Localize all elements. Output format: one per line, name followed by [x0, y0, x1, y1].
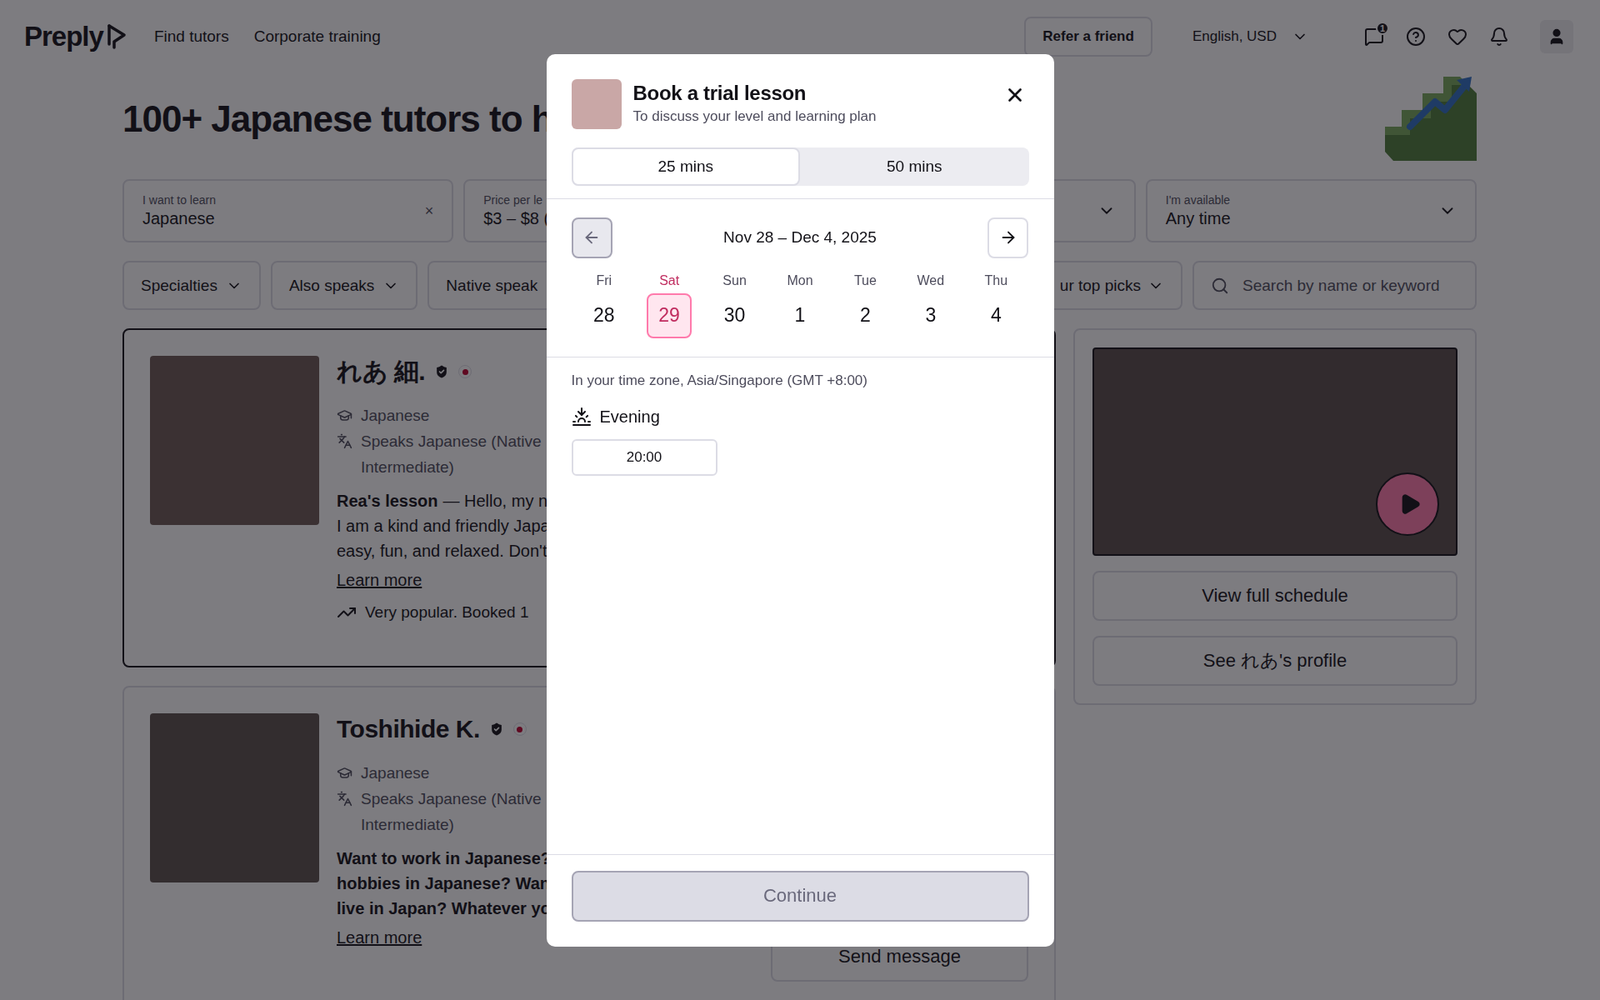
date-button[interactable]: 28 — [581, 293, 627, 339]
duration-toggle: 25 mins50 mins — [571, 147, 1030, 186]
continue-button[interactable]: Continue — [571, 870, 1030, 922]
arrow-left-icon — [582, 228, 601, 247]
day: Thu 4 — [963, 272, 1029, 339]
weekday-label: Wed — [917, 272, 945, 290]
weekday-label: Sat — [659, 272, 680, 290]
modal-overlay[interactable]: Book a trial lesson To discuss your level… — [0, 0, 1600, 1000]
period-heading: Evening — [571, 406, 1030, 427]
duration-option[interactable]: 25 mins — [571, 147, 801, 186]
duration-option[interactable]: 50 mins — [800, 147, 1030, 186]
date-button[interactable]: 1 — [777, 293, 823, 339]
arrow-right-icon — [999, 228, 1018, 247]
next-week-button[interactable] — [987, 217, 1029, 259]
day: Tue 2 — [832, 272, 898, 339]
day: Sat 29 — [636, 272, 702, 339]
date-button[interactable]: 2 — [842, 293, 888, 339]
date-button[interactable]: 30 — [712, 293, 758, 339]
date-button[interactable]: 29 — [646, 293, 692, 339]
date-button[interactable]: 4 — [973, 293, 1019, 339]
day: Fri 28 — [571, 272, 637, 339]
week-picker: Nov 28 – Dec 4, 2025Fri28Sat29Sun30Mon1T… — [546, 199, 1055, 358]
weekday-label: Fri — [595, 272, 612, 290]
time-slots: In your time zone, Asia/Singapore (GMT +… — [546, 357, 1055, 855]
week-range: Nov 28 – Dec 4, 2025 — [723, 228, 877, 247]
timezone-note: In your time zone, Asia/Singapore (GMT +… — [571, 371, 1030, 390]
previous-week-button[interactable] — [571, 217, 613, 259]
weekday-label: Thu — [984, 272, 1008, 290]
date-button[interactable]: 3 — [908, 293, 954, 339]
tutor-avatar — [571, 79, 622, 130]
weekday-label: Sun — [722, 272, 746, 290]
dialog-title: Book a trial lesson — [633, 80, 990, 106]
day: Wed 3 — [898, 272, 964, 339]
weekday-label: Mon — [786, 272, 813, 290]
sunset-icon — [571, 406, 592, 427]
weekday-label: Tue — [854, 272, 877, 290]
booking-dialog: Book a trial lesson To discuss your level… — [546, 54, 1055, 947]
day: Sun 30 — [701, 272, 767, 339]
day: Mon 1 — [767, 272, 833, 339]
dialog-subtitle: To discuss your level and learning plan — [633, 108, 990, 125]
time-slot[interactable]: 20:00 — [571, 439, 718, 476]
close-button[interactable] — [1000, 80, 1030, 110]
close-icon — [1004, 84, 1026, 106]
